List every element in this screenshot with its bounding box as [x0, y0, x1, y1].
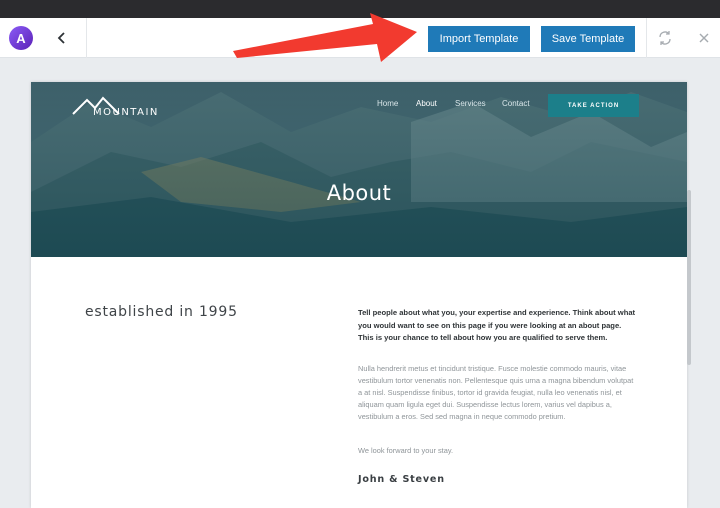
save-template-button[interactable]: Save Template: [541, 26, 635, 52]
nav-contact[interactable]: Contact: [502, 99, 530, 108]
toolbar-divider-right: [646, 18, 647, 58]
os-top-strip: [0, 0, 720, 18]
body-paragraph: Nulla hendrerit metus et tincidunt trist…: [358, 364, 634, 421]
app-logo[interactable]: A: [9, 26, 33, 50]
established-heading: established in 1995: [85, 304, 238, 320]
nav-home[interactable]: Home: [377, 99, 398, 108]
closing-line: We look forward to your stay.: [358, 446, 454, 455]
import-template-button[interactable]: Import Template: [428, 26, 530, 52]
close-icon: [699, 33, 709, 43]
editor-toolbar: A Import Template Save Template: [0, 18, 720, 58]
brand-name[interactable]: MOUNTAIN: [93, 107, 159, 118]
intro-paragraph: Tell people about what you, your experti…: [358, 308, 636, 342]
refresh-button[interactable]: [655, 28, 675, 48]
template-preview: MOUNTAIN Home About Services Contact TAK…: [31, 82, 687, 508]
close-button[interactable]: [694, 28, 714, 48]
nav-services[interactable]: Services: [455, 99, 486, 108]
hero-section: MOUNTAIN Home About Services Contact TAK…: [31, 82, 687, 257]
back-button[interactable]: [50, 26, 74, 50]
chevron-left-icon: [57, 32, 65, 44]
nav-about[interactable]: About: [416, 99, 437, 108]
signature: John & Steven: [358, 474, 445, 485]
hero-title: About: [326, 181, 392, 205]
take-action-button[interactable]: TAKE ACTION: [548, 94, 639, 117]
toolbar-divider: [86, 18, 87, 58]
preview-scrollbar[interactable]: [687, 190, 691, 365]
refresh-icon: [659, 31, 671, 45]
